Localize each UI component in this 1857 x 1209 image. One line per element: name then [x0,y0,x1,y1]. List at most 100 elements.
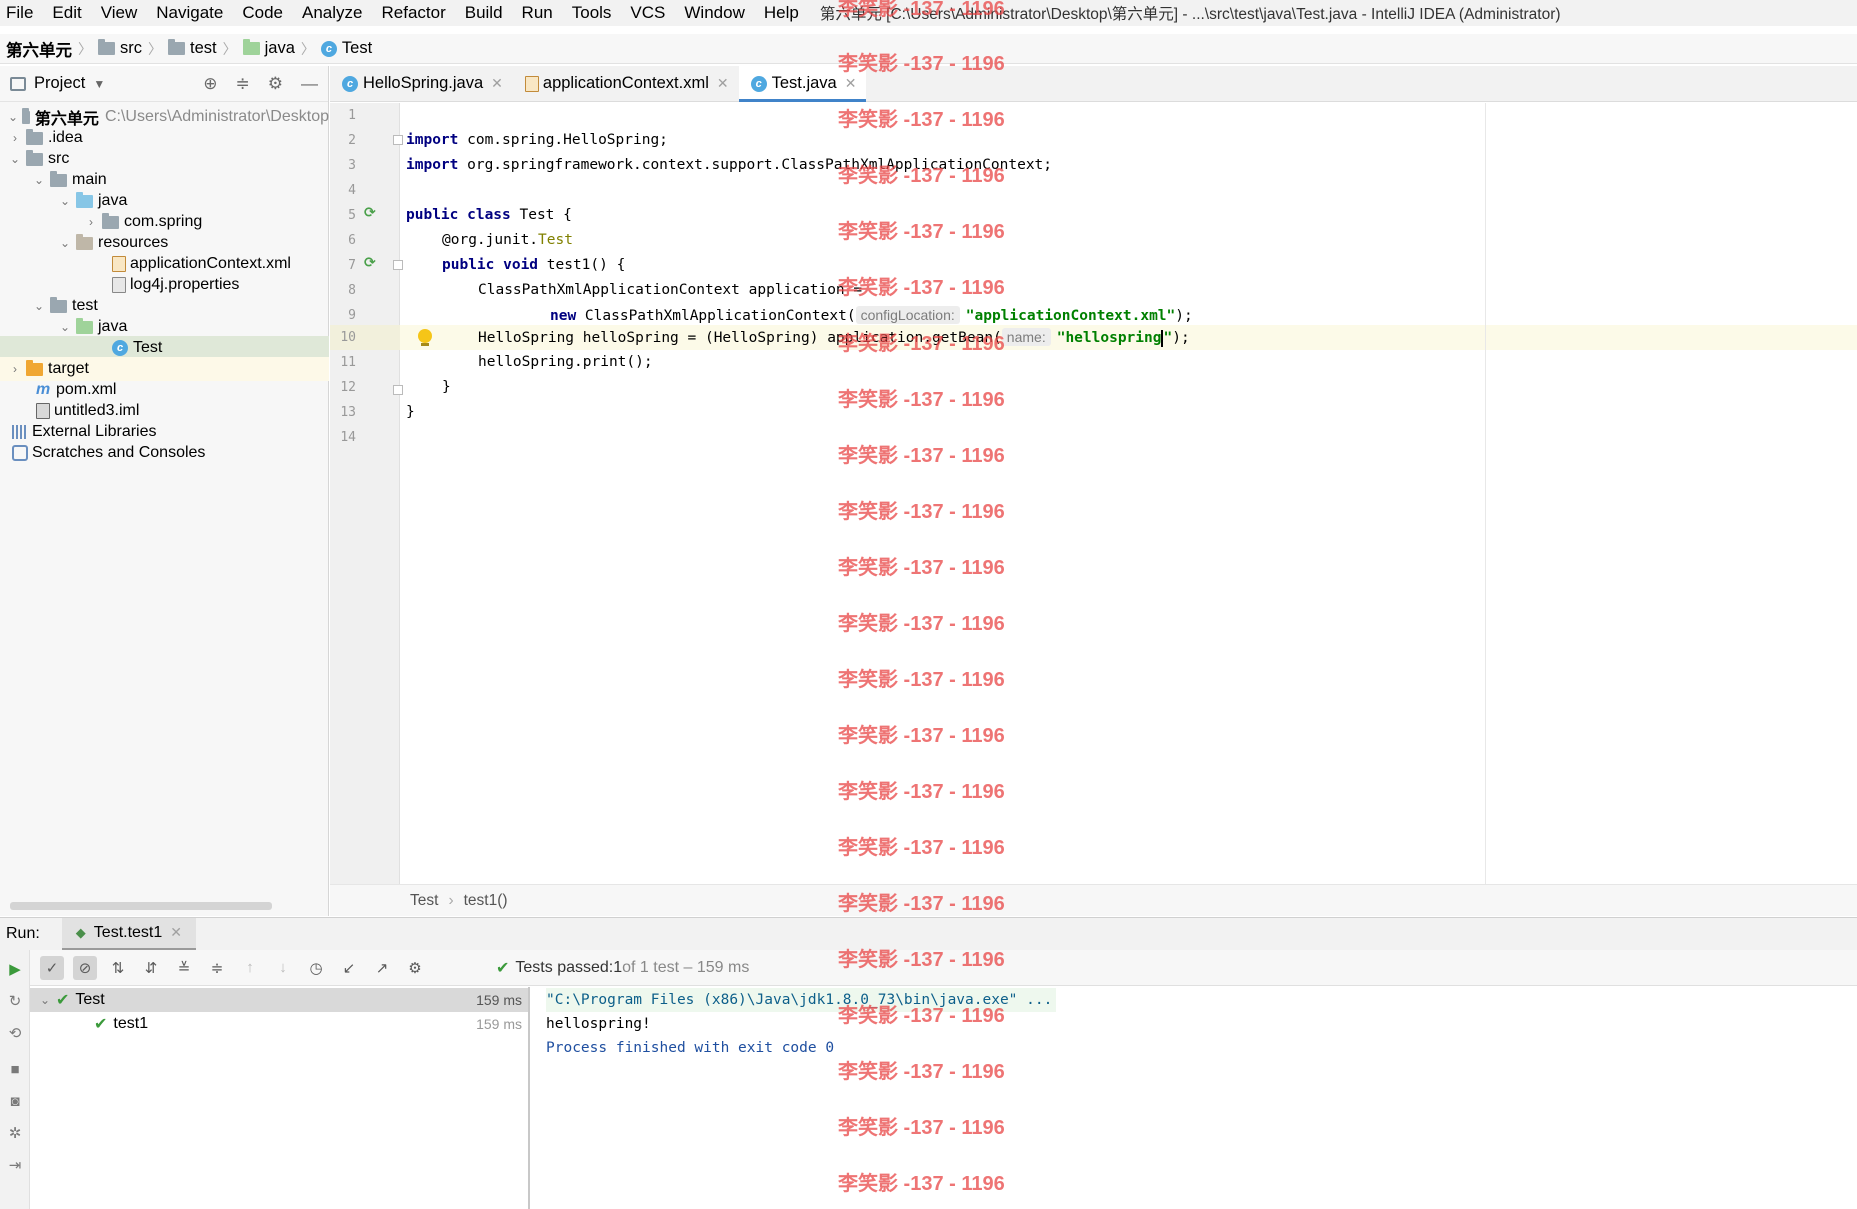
chevron-right-icon[interactable]: › [8,131,22,145]
class-icon: c [342,75,358,92]
expand-all-icon[interactable]: ≚ [172,956,196,980]
menu-window[interactable]: Window [684,3,744,23]
settings-icon[interactable]: ✲ [7,1126,23,1142]
menu-run[interactable]: Run [522,3,553,23]
breadcrumb-src[interactable]: src 〉 [98,39,168,59]
chevron-down-icon[interactable]: ⌄ [58,236,72,250]
folder-icon [50,170,67,187]
chevron-down-icon[interactable]: ⌄ [58,194,72,208]
project-icon [10,76,26,91]
console-output-line: hellospring! [546,1016,651,1032]
fold-icon[interactable] [393,260,403,270]
chevron-down-icon[interactable]: ⌄ [8,152,22,166]
chevron-down-icon[interactable]: ▼ [93,77,105,91]
collapse-all-icon[interactable]: ≑ [236,74,250,94]
code-line: import com.spring.HelloSpring; [406,132,668,148]
sort-alphabetically-icon[interactable]: ⇅ [106,956,130,980]
menu-tools[interactable]: Tools [572,3,612,23]
minimize-icon[interactable]: — [301,74,318,94]
test-duration: 159 ms [476,1016,522,1032]
chevron-down-icon[interactable]: ⌄ [38,993,52,1007]
chevron-down-icon[interactable]: ⌄ [32,299,46,313]
lightbulb-icon[interactable] [418,329,432,346]
menu-view[interactable]: View [101,3,138,23]
menu-analyze[interactable]: Analyze [302,3,362,23]
console-command-line: "C:\Program Files (x86)\Java\jdk1.8.0_73… [546,988,1057,1012]
menu-vcs[interactable]: VCS [630,3,665,23]
code-editor[interactable]: 1 2 3 4 5 6 7 8 9 10 11 12 13 14 ⟳ ⟳ imp… [330,103,1857,884]
gear-icon[interactable]: ⚙ [268,74,283,94]
test-row-test1[interactable]: ✔ test1 159 ms [30,1012,528,1036]
show-ignored-icon[interactable]: ⊘ [73,955,97,980]
close-icon[interactable]: ✕ [170,924,182,941]
stop-icon[interactable]: ■ [7,1062,23,1078]
tab-label: applicationContext.xml [542,74,709,92]
code-line-current: HelloSpring helloSpring = (HelloSpring) … [478,328,1190,347]
rerun-icon[interactable]: ▶ [7,962,23,978]
editor-breadcrumb-class[interactable]: Test [410,892,438,910]
chevron-right-icon[interactable]: › [84,215,98,229]
previous-failed-icon[interactable]: ↑ [238,956,262,980]
run-test-icon[interactable]: ⟳ [364,254,380,270]
test-name: Test [75,991,105,1008]
gear-icon[interactable]: ⚙ [403,956,427,980]
breadcrumb-label: src [120,39,142,57]
menu-help[interactable]: Help [764,3,799,23]
tree-item-scratches[interactable]: Scratches and Consoles [0,441,329,465]
import-tests-icon[interactable]: ↙ [337,956,361,980]
line-number: 11 [340,355,356,370]
run-label: Run: [6,925,40,942]
chevron-down-icon[interactable]: ⌄ [58,320,72,334]
package-icon [102,212,119,229]
chevron-down-icon[interactable]: ⌄ [8,110,18,124]
project-panel-title[interactable]: Project [34,74,85,93]
show-passed-icon[interactable]: ✓ [40,955,64,980]
rerun-failed-icon[interactable]: ↻ [7,994,23,1010]
export-tests-icon[interactable]: ↗ [370,956,394,980]
breadcrumb-project[interactable]: 第六单元〉 [6,37,98,61]
collapse-all-icon[interactable]: ≑ [205,956,229,980]
breadcrumb-test[interactable]: test 〉 [168,39,243,59]
tab-applicationcontext-xml[interactable]: applicationContext.xml ✕ [513,66,739,101]
folder-icon [26,128,43,145]
menu-navigate[interactable]: Navigate [156,3,223,23]
fold-icon[interactable] [393,135,403,145]
resources-folder-icon [76,233,93,250]
console-exit-line: Process finished with exit code 0 [546,1040,835,1056]
line-number: 5 [348,208,356,223]
menu-build[interactable]: Build [465,3,503,23]
chevron-down-icon[interactable]: ⌄ [32,173,46,187]
sort-by-duration-icon[interactable]: ⇵ [139,956,163,980]
line-number: 1 [348,108,356,123]
menu-file[interactable]: File [6,3,33,23]
menu-code[interactable]: Code [242,3,283,23]
tab-test-java[interactable]: c Test.java ✕ [738,66,867,102]
menu-refactor[interactable]: Refactor [381,3,445,23]
test-row-test[interactable]: ⌄ ✔ Test 159 ms [30,988,528,1012]
run-class-icon[interactable]: ⟳ [364,204,380,220]
next-failed-icon[interactable]: ↓ [271,956,295,980]
fold-icon[interactable] [393,385,403,395]
toggle-auto-test-icon[interactable]: ⟲ [7,1026,23,1042]
menu-bar: File Edit View Navigate Code Analyze Ref… [0,0,1857,26]
horizontal-scrollbar[interactable] [10,902,272,910]
menu-edit[interactable]: Edit [52,3,81,23]
breadcrumb-java[interactable]: java 〉 [242,39,321,59]
console-output[interactable]: "C:\Program Files (x86)\Java\jdk1.8.0_73… [532,987,1857,1209]
tab-hellospring-java[interactable]: c HelloSpring.java ✕ [330,66,513,101]
run-tab-test-test1[interactable]: ◆ Test.test1 ✕ [61,917,197,951]
xml-file-icon [524,75,539,92]
exit-icon[interactable]: ⇥ [7,1158,23,1174]
locate-icon[interactable]: ⊕ [203,74,217,94]
editor-breadcrumb-method[interactable]: test1() [464,892,508,910]
tree-item-label: com.spring [124,213,203,230]
camera-icon[interactable]: ◙ [7,1094,23,1110]
close-icon[interactable]: ✕ [845,75,857,92]
chevron-right-icon[interactable]: › [8,362,22,376]
close-icon[interactable]: ✕ [717,75,729,92]
breadcrumb-test-class[interactable]: c Test [320,39,372,58]
close-icon[interactable]: ✕ [491,75,503,92]
tree-item-label: pom.xml [56,381,117,398]
test-history-icon[interactable]: ◷ [304,956,328,980]
tree-item-label: Test [133,339,163,356]
